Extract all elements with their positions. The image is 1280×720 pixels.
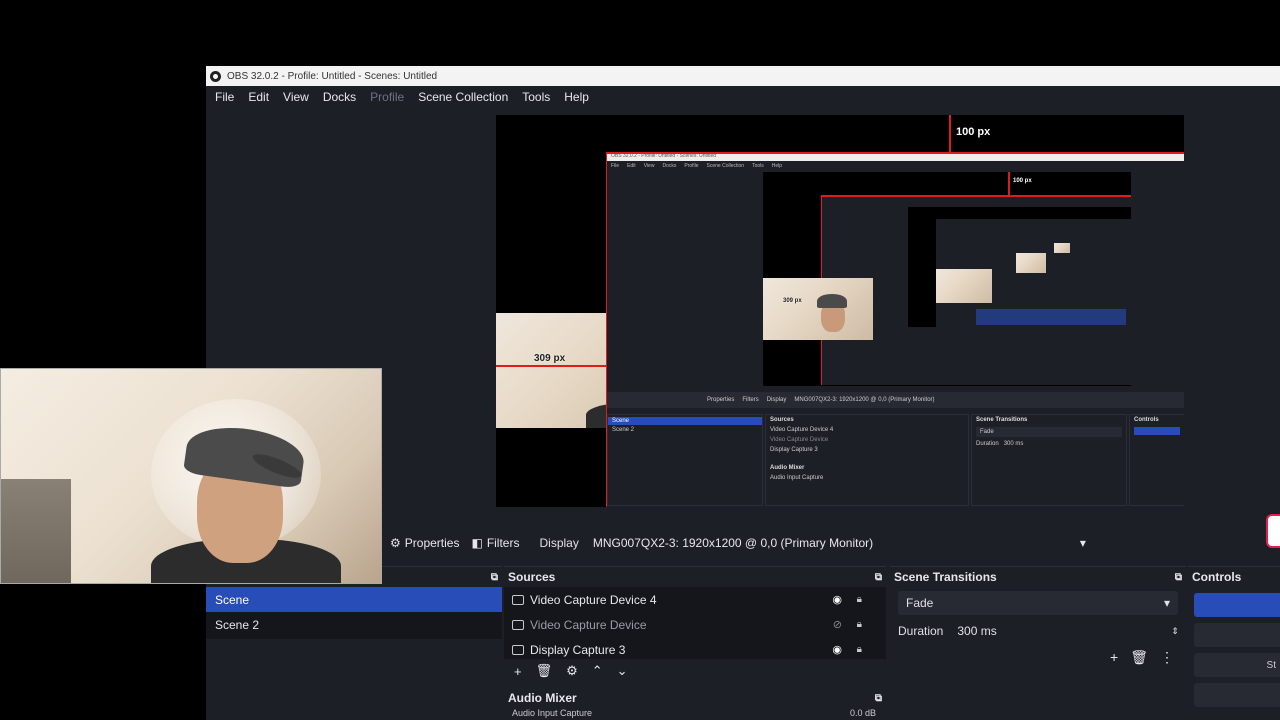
controls-title: Controls xyxy=(1192,570,1242,584)
obs-logo-icon xyxy=(210,70,221,82)
source-settings-gear-icon[interactable]: ⚙ xyxy=(566,663,578,679)
menu-bar: File Edit View Docks Profile Scene Colle… xyxy=(206,86,1280,108)
menu-view[interactable]: View xyxy=(283,90,309,104)
lock-icon[interactable]: 🔒︎ xyxy=(857,619,862,630)
filter-icon: ◧ xyxy=(471,536,483,550)
scene-item[interactable]: Scene 2 xyxy=(206,612,502,637)
chevron-down-icon: ▾ xyxy=(1163,596,1170,610)
duration-spinbox[interactable]: 300 ms xyxy=(957,624,1170,638)
audio-mixer-title: Audio Mixer xyxy=(508,691,577,705)
transitions-title: Scene Transitions xyxy=(894,570,997,584)
menu-docks[interactable]: Docks xyxy=(323,90,356,104)
monitor-icon xyxy=(512,644,524,655)
nested-preview: 100 px 309 px xyxy=(763,172,1131,386)
nested-docks: Scene Scene 2 Sources Video Capture Devi… xyxy=(607,414,1184,506)
preview-canvas[interactable]: OBS 32.0.2 - Profile: Untitled - Scenes:… xyxy=(496,115,1184,507)
studio-mode-button[interactable] xyxy=(1194,683,1280,707)
nested-measure-top: 100 px xyxy=(1013,178,1032,184)
webcam-overlay xyxy=(0,368,382,584)
more-options-icon[interactable]: ⋮ xyxy=(1160,649,1174,666)
nested-obs-capture: OBS 32.0.2 - Profile: Untitled - Scenes:… xyxy=(606,152,1184,507)
scene-transitions-dock: Scene Transitions ⧉ Fade ▾ Duration 300 … xyxy=(890,566,1186,720)
display-select[interactable]: MNG007QX2-3: 1920x1200 @ 0,0 (Primary Mo… xyxy=(588,532,1094,554)
measure-top-label: 100 px xyxy=(956,126,991,138)
undock-icon[interactable]: ⧉ xyxy=(875,693,882,704)
camera-icon xyxy=(512,619,524,630)
menu-file[interactable]: File xyxy=(215,90,234,104)
measure-left-label: 309 px xyxy=(534,353,566,364)
sources-dock: Sources ⧉ Video Capture Device 4 ◉ 🔒︎ Vi… xyxy=(504,566,886,686)
lock-icon[interactable]: 🔒︎ xyxy=(857,644,862,655)
trash-icon[interactable]: 🗑︎ xyxy=(1130,649,1148,666)
audio-level: 0.0 dB xyxy=(849,708,876,718)
source-item[interactable]: Display Capture 3 ◉ 🔒︎ xyxy=(504,637,886,659)
filters-button[interactable]: ◧ Filters xyxy=(471,536,519,550)
controls-dock: Controls St xyxy=(1188,566,1280,720)
add-transition-button[interactable]: + xyxy=(1110,649,1118,666)
menu-profile[interactable]: Profile xyxy=(370,90,404,104)
undock-icon[interactable]: ⧉ xyxy=(1175,572,1182,583)
audio-source-name: Audio Input Capture xyxy=(512,708,593,718)
eye-hidden-icon[interactable]: ⊘ xyxy=(833,618,842,631)
app-icon[interactable] xyxy=(1266,514,1280,548)
eye-icon[interactable]: ◉ xyxy=(832,643,842,656)
scene-item[interactable]: Scene xyxy=(206,587,502,612)
undock-icon[interactable]: ⧉ xyxy=(875,572,882,583)
camera-icon xyxy=(512,594,524,605)
guide-left xyxy=(496,365,606,367)
menu-scene-collection[interactable]: Scene Collection xyxy=(418,90,508,104)
duration-row: Duration 300 ms ⇕ xyxy=(898,624,1179,638)
source-item[interactable]: Video Capture Device 4 ◉ 🔒︎ xyxy=(504,587,886,612)
undock-icon[interactable]: ⧉ xyxy=(491,572,498,583)
eye-icon[interactable]: ◉ xyxy=(832,593,842,606)
nested-measure-left: 309 px xyxy=(783,298,802,304)
spin-arrows-icon[interactable]: ⇕ xyxy=(1171,626,1179,637)
lock-icon[interactable]: 🔒︎ xyxy=(857,594,862,605)
gear-icon: ⚙ xyxy=(390,536,401,550)
properties-button[interactable]: ⚙ Properties xyxy=(390,536,459,550)
title-bar: OBS 32.0.2 - Profile: Untitled - Scenes:… xyxy=(206,66,1280,86)
transition-select[interactable]: Fade ▾ xyxy=(898,591,1178,615)
scenes-dock: ⧉ Scene Scene 2 xyxy=(206,566,502,720)
start-recording-button[interactable] xyxy=(1194,623,1280,647)
nested-toolbar: Properties Filters Display MNG007QX2-3: … xyxy=(607,392,1184,408)
chevron-down-icon: ▾ xyxy=(1079,536,1086,550)
source-item[interactable]: Video Capture Device ⊘ 🔒︎ xyxy=(504,612,886,637)
window-title: OBS 32.0.2 - Profile: Untitled - Scenes:… xyxy=(227,70,438,82)
add-source-button[interactable]: + xyxy=(514,664,522,679)
menu-help[interactable]: Help xyxy=(564,90,589,104)
move-down-icon[interactable]: ⌄ xyxy=(617,663,628,679)
move-up-icon[interactable]: ⌃ xyxy=(592,663,603,679)
display-label: Display xyxy=(539,536,579,550)
audio-mixer-dock: Audio Mixer ⧉ Audio Input Capture 0.0 dB xyxy=(504,688,886,720)
guide-top xyxy=(949,115,951,152)
nested-menu-bar: File Edit View Docks Profile Scene Collection… xyxy=(611,163,783,169)
sources-title: Sources xyxy=(508,570,556,584)
menu-edit[interactable]: Edit xyxy=(248,90,269,104)
virtual-camera-button[interactable]: St xyxy=(1194,653,1280,677)
start-streaming-button[interactable] xyxy=(1194,593,1280,617)
trash-icon[interactable]: 🗑︎ xyxy=(536,663,553,679)
menu-tools[interactable]: Tools xyxy=(522,90,550,104)
